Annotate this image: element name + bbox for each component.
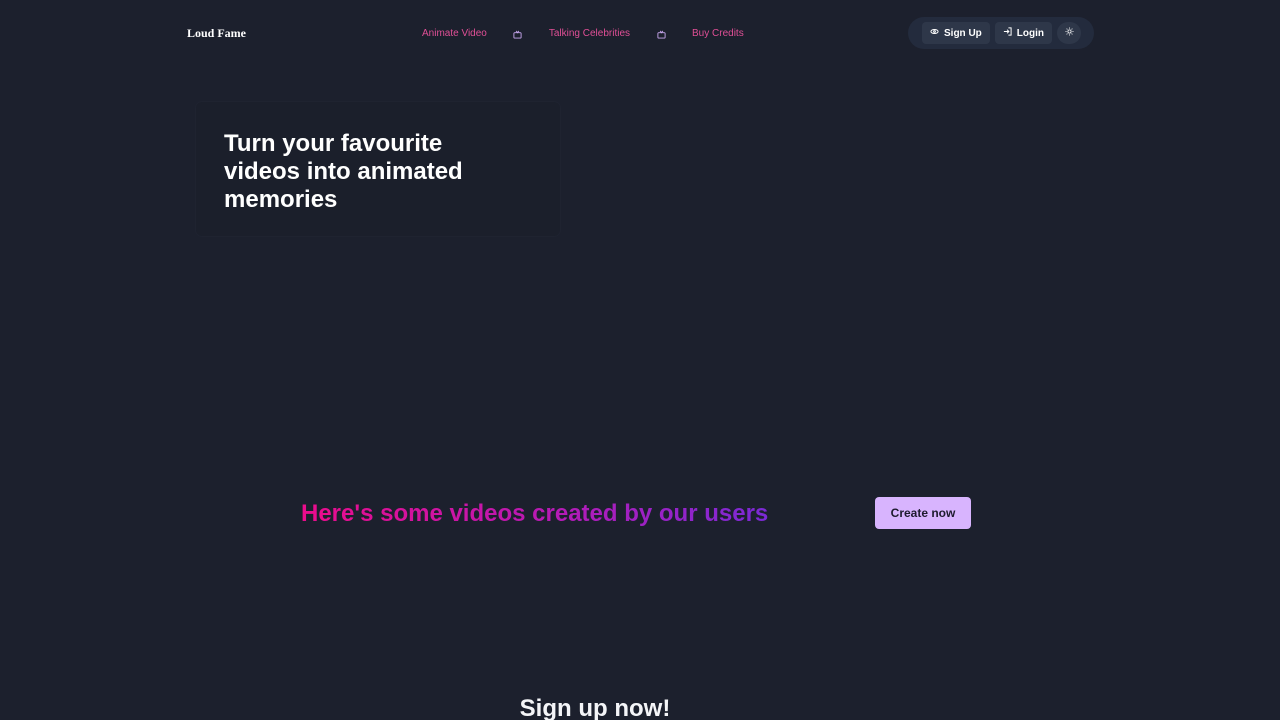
page: Loud Fame Animate Video Talking Celebrit… — [0, 0, 1280, 720]
tv-icon — [511, 27, 525, 41]
top-nav-bar: Loud Fame Animate Video Talking Celebrit… — [172, 14, 1094, 52]
brand-logo[interactable]: Loud Fame — [187, 26, 246, 41]
create-now-button[interactable]: Create now — [875, 497, 971, 529]
user-plus-icon — [930, 27, 939, 39]
main-nav: Animate Video Talking Celebrities Buy Cr… — [422, 27, 744, 41]
sign-up-button[interactable]: Sign Up — [922, 22, 990, 44]
login-icon — [1003, 27, 1012, 39]
tv-icon — [654, 27, 668, 41]
showcase-title: Here's some videos created by our users — [301, 500, 769, 527]
sun-icon — [1064, 27, 1074, 39]
theme-toggle-button[interactable] — [1057, 22, 1081, 44]
signup-title: Sign up now! — [519, 695, 671, 720]
login-button[interactable]: Login — [994, 22, 1052, 44]
nav-link-animate-video[interactable]: Animate Video — [422, 27, 487, 41]
sign-up-label: Sign Up — [944, 27, 982, 39]
login-label: Login — [1016, 27, 1044, 39]
hero-card: Turn your favourite videos into animated… — [196, 102, 560, 236]
nav-link-buy-credits[interactable]: Buy Credits — [692, 27, 744, 41]
nav-link-talking-celebrities[interactable]: Talking Celebrities — [549, 27, 630, 41]
auth-actions: Sign Up Login — [908, 17, 1094, 49]
hero-title: Turn your favourite videos into animated… — [224, 130, 463, 213]
